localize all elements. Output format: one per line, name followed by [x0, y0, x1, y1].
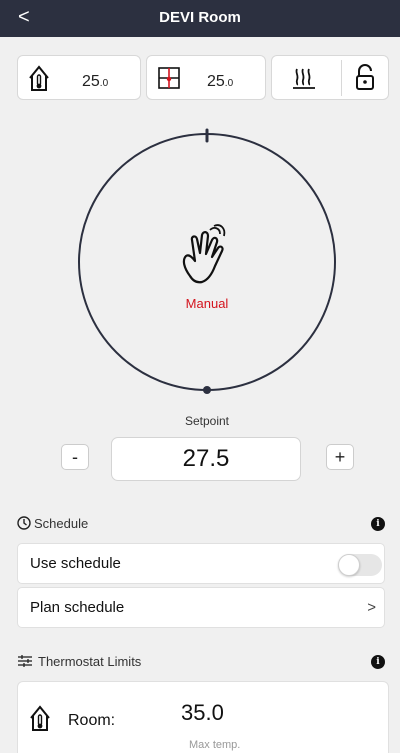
limits-info-icon[interactable]: i [371, 655, 385, 669]
schedule-section-title: Schedule [34, 516, 89, 531]
max-temp-value: 35.0 [181, 700, 224, 725]
sliders-icon [18, 655, 32, 667]
setpoint-label: Setpoint [184, 414, 230, 428]
use-schedule-row: Use schedule [17, 543, 385, 584]
room-limit-label: Room: [68, 712, 116, 729]
clock-icon [17, 516, 31, 530]
decrease-button[interactable]: - [61, 444, 89, 470]
plan-schedule-label: Plan schedule [30, 599, 125, 616]
dial-ring [78, 133, 336, 391]
setpoint-value[interactable]: 27.5 [111, 437, 301, 481]
chevron-right-icon: > [367, 599, 376, 616]
schedule-info-icon[interactable]: i [371, 517, 385, 531]
setpoint-dial[interactable] [0, 0, 400, 420]
max-temp-label: Max temp. [189, 739, 241, 751]
use-schedule-toggle[interactable] [338, 554, 382, 576]
room-limit-card[interactable]: Room: 35.0 Max temp. [17, 681, 389, 753]
limits-section-title: Thermostat Limits [38, 654, 142, 669]
hand-icon [182, 224, 226, 284]
plan-schedule-row[interactable]: Plan schedule > [17, 587, 385, 628]
toggle-knob [338, 554, 360, 576]
house-thermometer-icon [30, 705, 50, 731]
mode-label: Manual [185, 296, 229, 311]
use-schedule-label: Use schedule [30, 555, 121, 572]
dial-handle [203, 386, 211, 394]
increase-button[interactable]: + [326, 444, 354, 470]
